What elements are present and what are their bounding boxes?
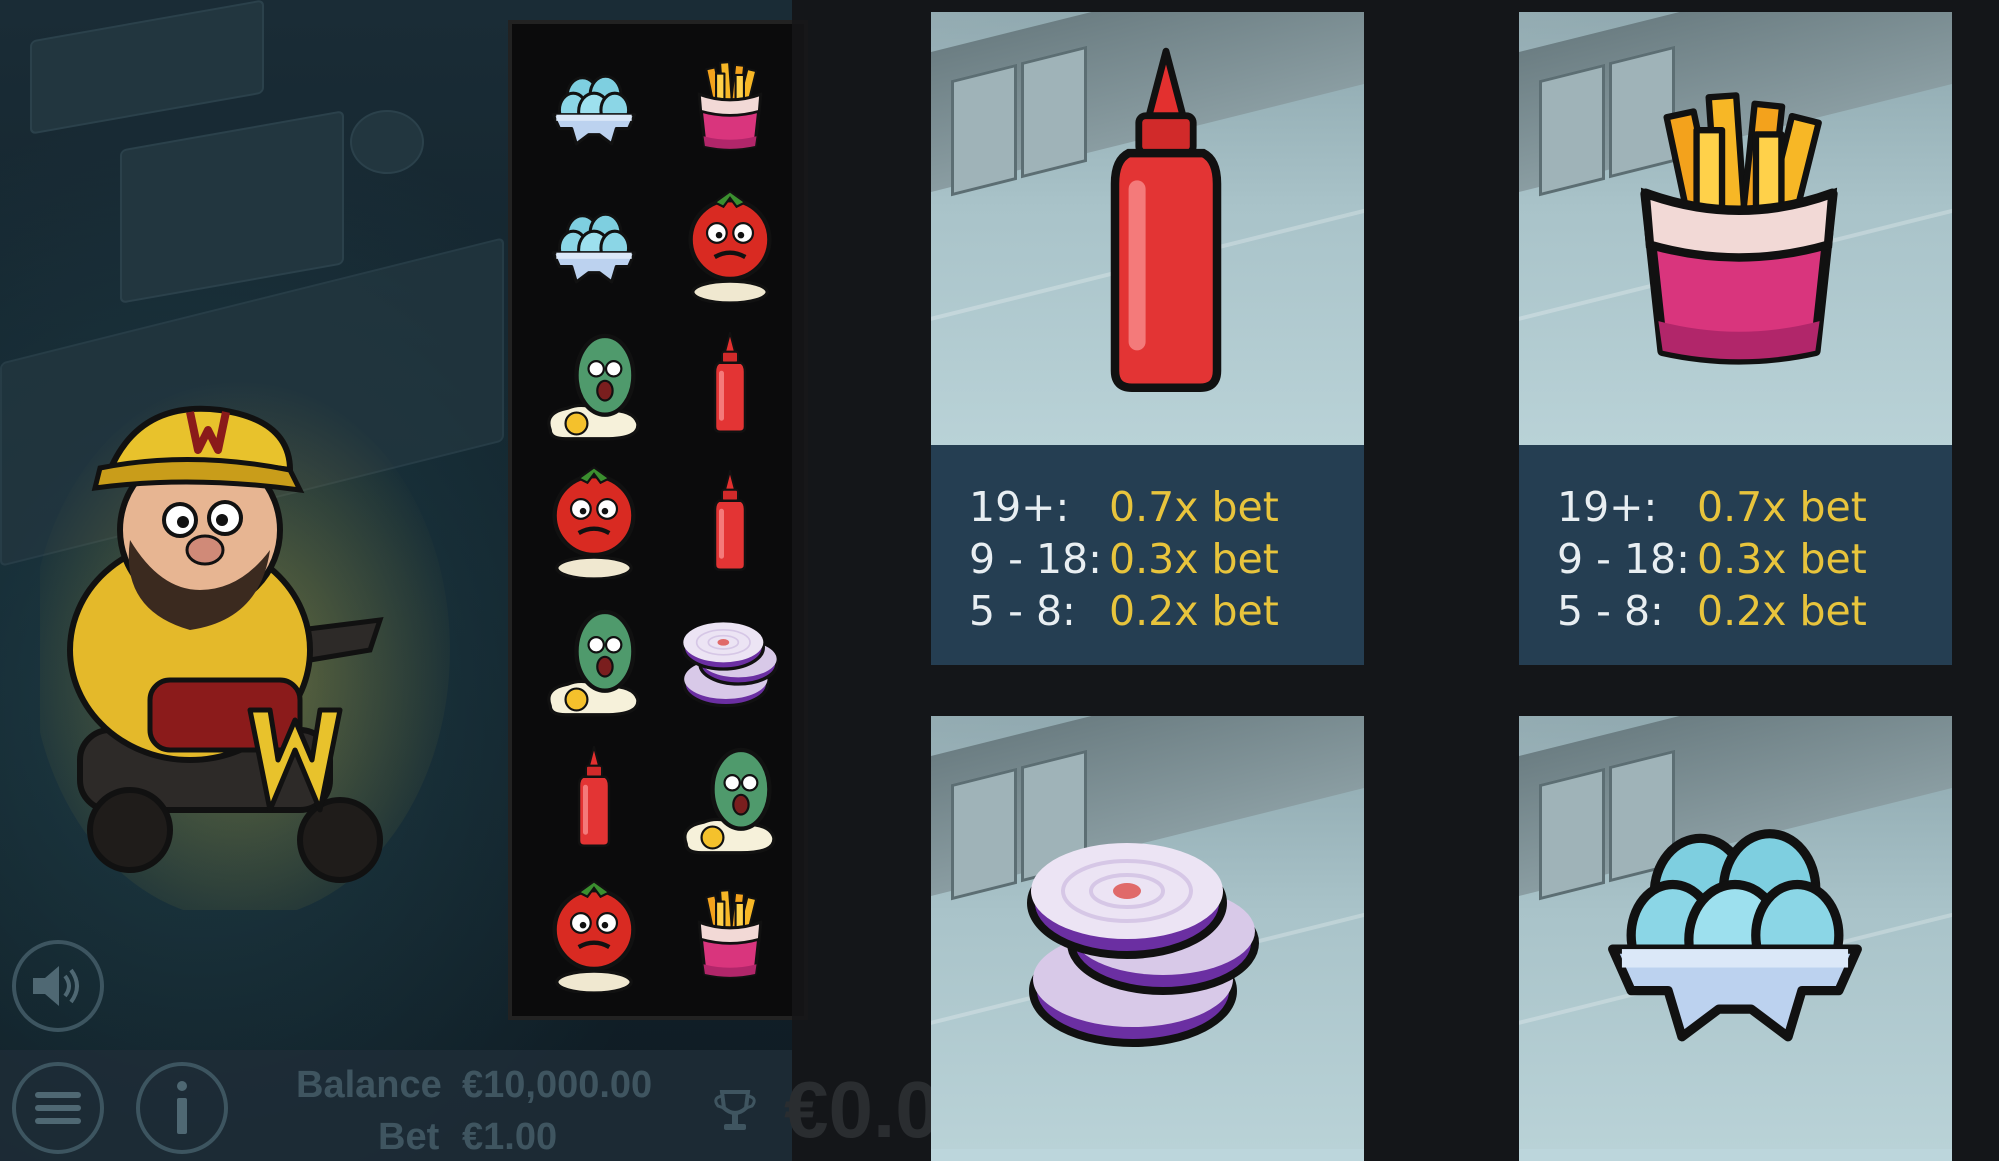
cracked-egg-icon [539,325,649,441]
hamburger-menu-icon [35,1092,81,1124]
pay-value: 0.7x bet [1697,483,1867,531]
card-image [1519,12,1952,445]
ketchup-bottle-icon [713,469,747,571]
bet-value: €1.00 [462,1116,558,1158]
egg-carton-icon [551,212,637,284]
ketchup-bottle-icon [713,331,747,433]
card-image [931,12,1364,445]
egg-carton-icon [551,74,637,146]
reel-cell [524,314,664,452]
reel-cell [660,866,800,1004]
reel-cell [524,38,664,176]
paytable-card-eggs [1519,716,1952,1161]
reel-cell [660,590,800,728]
reel-cell [524,866,664,1004]
cracked-egg-icon [539,601,649,717]
fries-icon [697,61,763,151]
paytable-card-ketchup: 19+: 0.7x bet 9 - 18: 0.3x bet 5 - 8: 0.2x … [931,12,1364,665]
reel-column-1 [524,38,664,1004]
reel-cell [660,452,800,590]
sound-toggle-button[interactable] [12,940,104,1032]
cracked-egg-icon [675,739,785,855]
pay-value: 0.3x bet [1697,535,1867,583]
card-paytable: 19+: 0.7x bet 9 - 18: 0.3x bet 5 - 8: 0.2x … [931,445,1364,665]
angry-tomato-icon [675,187,785,303]
reel-cell [524,176,664,314]
card-image [1519,716,1952,1149]
onion-slices-icon [993,811,1293,1051]
pay-range: 19+: [1557,483,1658,531]
pay-range: 5 - 8: [1557,587,1664,635]
pay-row: 9 - 18: 0.3x bet [1557,533,1867,585]
speaker-icon [33,966,79,1006]
reel-cell [660,176,800,314]
fries-icon [697,889,763,979]
reel-column-2 [660,38,800,1004]
trophy-icon[interactable] [712,1088,758,1134]
paytable-card-fries: 19+: 0.7x bet 9 - 18: 0.3x bet 5 - 8: 0.2x … [1519,12,1952,665]
ketchup-bottle-icon [577,745,611,847]
reel-cell [660,314,800,452]
mascot-chef-on-scooter [40,380,450,910]
balance-label: Balance [296,1064,442,1106]
angry-tomato-icon [539,877,649,993]
reel-cell [660,38,800,176]
pay-value: 0.2x bet [1109,587,1279,635]
card-image [931,716,1364,1149]
info-icon [177,1081,187,1134]
pay-range: 19+: [969,483,1070,531]
pay-range: 5 - 8: [969,587,1076,635]
pay-row: 5 - 8: 0.2x bet [1557,585,1867,637]
info-button[interactable] [136,1062,228,1154]
kitchen-counter [30,0,264,135]
reel-cell [524,728,664,866]
kitchen-pot [350,110,424,174]
bet-label: Bet [378,1116,440,1158]
pay-range: 9 - 18: [1557,535,1690,583]
reel-cell [524,590,664,728]
card-paytable: 19+: 0.7x bet 9 - 18: 0.3x bet 5 - 8: 0.2x … [1519,445,1952,665]
egg-carton-icon [1555,806,1915,1046]
angry-tomato-icon [539,463,649,579]
balance-value: €10,000.00 [462,1064,653,1106]
reel-cell [524,452,664,590]
onion-slices-icon [681,620,779,708]
ketchup-bottle-icon [1081,42,1251,402]
pay-row: 5 - 8: 0.2x bet [969,585,1279,637]
pay-row: 9 - 18: 0.3x bet [969,533,1279,585]
reel-cell [660,728,800,866]
reel-grid [508,20,808,1020]
pay-row: 19+: 0.7x bet [1557,481,1867,533]
pay-value: 0.2x bet [1697,587,1867,635]
paytable-card-onion [931,716,1364,1161]
pay-value: 0.7x bet [1109,483,1279,531]
pay-row: 19+: 0.7x bet [969,481,1279,533]
pay-range: 9 - 18: [969,535,1102,583]
fries-icon [1619,92,1859,372]
kitchen-fryer [120,110,344,304]
menu-button[interactable] [12,1062,104,1154]
pay-value: 0.3x bet [1109,535,1279,583]
